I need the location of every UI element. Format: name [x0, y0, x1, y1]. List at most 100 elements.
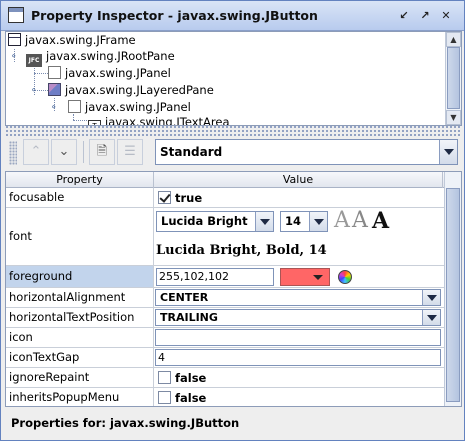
move-down-button[interactable]: ⌄ — [51, 139, 77, 165]
property-name: focusable — [6, 188, 154, 207]
property-name: font — [6, 208, 154, 265]
view-select-value: Standard — [160, 145, 223, 159]
chevron-down-icon[interactable] — [255, 212, 273, 231]
tree-node-jtextarea[interactable]: Tjavax.swing.JTextArea — [88, 114, 230, 126]
scroll-up-icon[interactable]: ▲ — [446, 32, 461, 47]
chevron-down-icon[interactable] — [439, 140, 457, 164]
tree-node-jpanel[interactable]: javax.swing.JPanel — [48, 65, 171, 82]
header-value[interactable]: Value — [154, 172, 443, 188]
chevron-down-icon[interactable] — [422, 290, 440, 305]
property-value[interactable]: false — [154, 388, 443, 406]
frame-icon — [8, 33, 21, 46]
property-table: Property Value focusable true font Lucid… — [5, 171, 462, 407]
toolbar: ⌃ ⌄ 🗎 ☰ Standard — [5, 136, 462, 170]
tree-node-label: javax.swing.JPanel — [85, 100, 191, 114]
tree-node-label: javax.swing.JRootPane — [46, 49, 175, 63]
split-pane-divider[interactable] — [5, 126, 462, 136]
close-icon[interactable]: ✕ — [439, 9, 453, 23]
chevron-down-icon[interactable] — [309, 212, 327, 231]
horizontal-alignment-value: CENTER — [160, 291, 209, 304]
tree-node-jframe[interactable]: javax.swing.JFrame — [8, 32, 136, 49]
new-document-button[interactable]: 🗎 — [89, 139, 115, 165]
move-up-button[interactable]: ⌃ — [23, 139, 49, 165]
table-row[interactable]: font Lucida Bright 14 A A A Lucida Brigh… — [6, 208, 461, 266]
horizontal-alignment-select[interactable]: CENTER — [155, 289, 441, 306]
chevron-down-icon — [313, 275, 323, 280]
status-bar: Properties for: javax.swing.JButton — [11, 416, 240, 430]
title-bar[interactable]: Property Inspector - javax.swing.JButton… — [1, 1, 464, 31]
checkbox-label: false — [175, 391, 207, 405]
property-value[interactable]: true — [154, 188, 443, 207]
tree-node-label: javax.swing.JTextArea — [105, 115, 230, 126]
property-value: 255,102,102 — [154, 266, 443, 287]
chevron-down-icon: ⌄ — [58, 144, 70, 159]
property-value: 4 — [154, 348, 443, 367]
ignore-repaint-checkbox[interactable] — [158, 371, 171, 384]
property-value: Lucida Bright 14 A A A Lucida Bright, Bo… — [154, 208, 443, 265]
expand-toggle-icon[interactable]: ⚬ — [30, 86, 38, 96]
panel-icon — [48, 66, 61, 79]
table-row[interactable]: focusable true — [6, 188, 461, 208]
property-inspector-window: Property Inspector - javax.swing.JButton… — [0, 0, 465, 441]
chevron-down-icon[interactable] — [422, 310, 440, 325]
scroll-down-icon[interactable]: ▼ — [446, 110, 461, 125]
color-wheel-icon[interactable] — [338, 270, 352, 284]
expand-toggle-icon[interactable]: ⚬ — [10, 52, 18, 62]
horizontal-text-position-select[interactable]: TRAILING — [155, 309, 441, 326]
table-row[interactable]: horizontalAlignment CENTER — [6, 288, 461, 308]
header-property[interactable]: Property — [6, 172, 154, 188]
table-row[interactable]: foreground 255,102,102 — [6, 266, 461, 288]
table-row[interactable]: inheritsPopupMenu false — [6, 388, 461, 406]
scroll-thumb[interactable] — [446, 188, 460, 402]
inherits-popup-menu-checkbox[interactable] — [158, 391, 171, 404]
tree-scrollbar[interactable]: ▲ ▼ — [445, 32, 461, 125]
window-icon — [8, 7, 24, 23]
font-preview-glyph-italic: A — [352, 208, 368, 233]
property-name: horizontalAlignment — [6, 288, 154, 307]
icon-text-gap-field[interactable]: 4 — [155, 349, 441, 366]
horizontal-text-position-value: TRAILING — [160, 311, 218, 324]
property-name: ignoreRepaint — [6, 368, 154, 387]
scroll-thumb[interactable] — [447, 47, 460, 109]
expand-toggle-icon[interactable]: ⚬ — [50, 103, 58, 113]
property-name: iconTextGap — [6, 348, 154, 367]
window-title: Property Inspector - javax.swing.JButton — [31, 8, 318, 23]
color-swatch-dropdown[interactable] — [280, 268, 330, 286]
table-row[interactable]: ignoreRepaint false — [6, 368, 461, 388]
table-row[interactable]: horizontalTextPosition TRAILING — [6, 308, 461, 328]
font-preview-text: Lucida Bright, Bold, 14 — [156, 243, 327, 258]
component-tree[interactable]: javax.swing.JFrame ⚬ JFC javax.swing.JRoo… — [5, 31, 462, 126]
toolbar-separator — [83, 141, 84, 163]
panel-icon — [68, 100, 81, 113]
chevron-up-icon: ⌃ — [30, 144, 42, 159]
property-name: foreground — [6, 266, 154, 287]
maximize-icon[interactable]: ↗ — [418, 9, 432, 23]
layered-pane-icon — [48, 83, 61, 96]
property-value[interactable]: false — [154, 368, 443, 387]
hierarchy-button[interactable]: ☰ — [117, 139, 143, 165]
property-name: icon — [6, 328, 154, 347]
tree-node-jlayeredpane[interactable]: javax.swing.JLayeredPane — [48, 82, 214, 99]
icon-field[interactable] — [155, 329, 441, 346]
tree-node-jrootpane[interactable]: JFC javax.swing.JRootPane — [26, 48, 175, 67]
table-row[interactable]: iconTextGap 4 — [6, 348, 461, 368]
foreground-rgb-field[interactable]: 255,102,102 — [156, 268, 274, 286]
toolbar-grip[interactable] — [9, 141, 17, 165]
table-header: Property Value — [6, 172, 461, 188]
property-value: TRAILING — [154, 308, 443, 327]
tree-node-label: javax.swing.JPanel — [65, 66, 171, 80]
table-row[interactable]: icon — [6, 328, 461, 348]
hierarchy-icon: ☰ — [124, 144, 136, 159]
jfc-icon: JFC — [26, 54, 42, 67]
font-preview-glyph-plain: A — [334, 208, 350, 233]
property-name: inheritsPopupMenu — [6, 388, 154, 406]
font-size-select[interactable]: 14 — [280, 211, 328, 232]
checkbox-label: false — [175, 371, 207, 385]
tree-node-label: javax.swing.JFrame — [25, 33, 136, 47]
font-family-select[interactable]: Lucida Bright — [156, 211, 274, 232]
view-select[interactable]: Standard — [155, 139, 458, 165]
table-scrollbar[interactable] — [444, 172, 461, 406]
minimize-icon[interactable]: ↙ — [397, 9, 411, 23]
property-name: horizontalTextPosition — [6, 308, 154, 327]
focusable-checkbox[interactable] — [158, 191, 171, 204]
